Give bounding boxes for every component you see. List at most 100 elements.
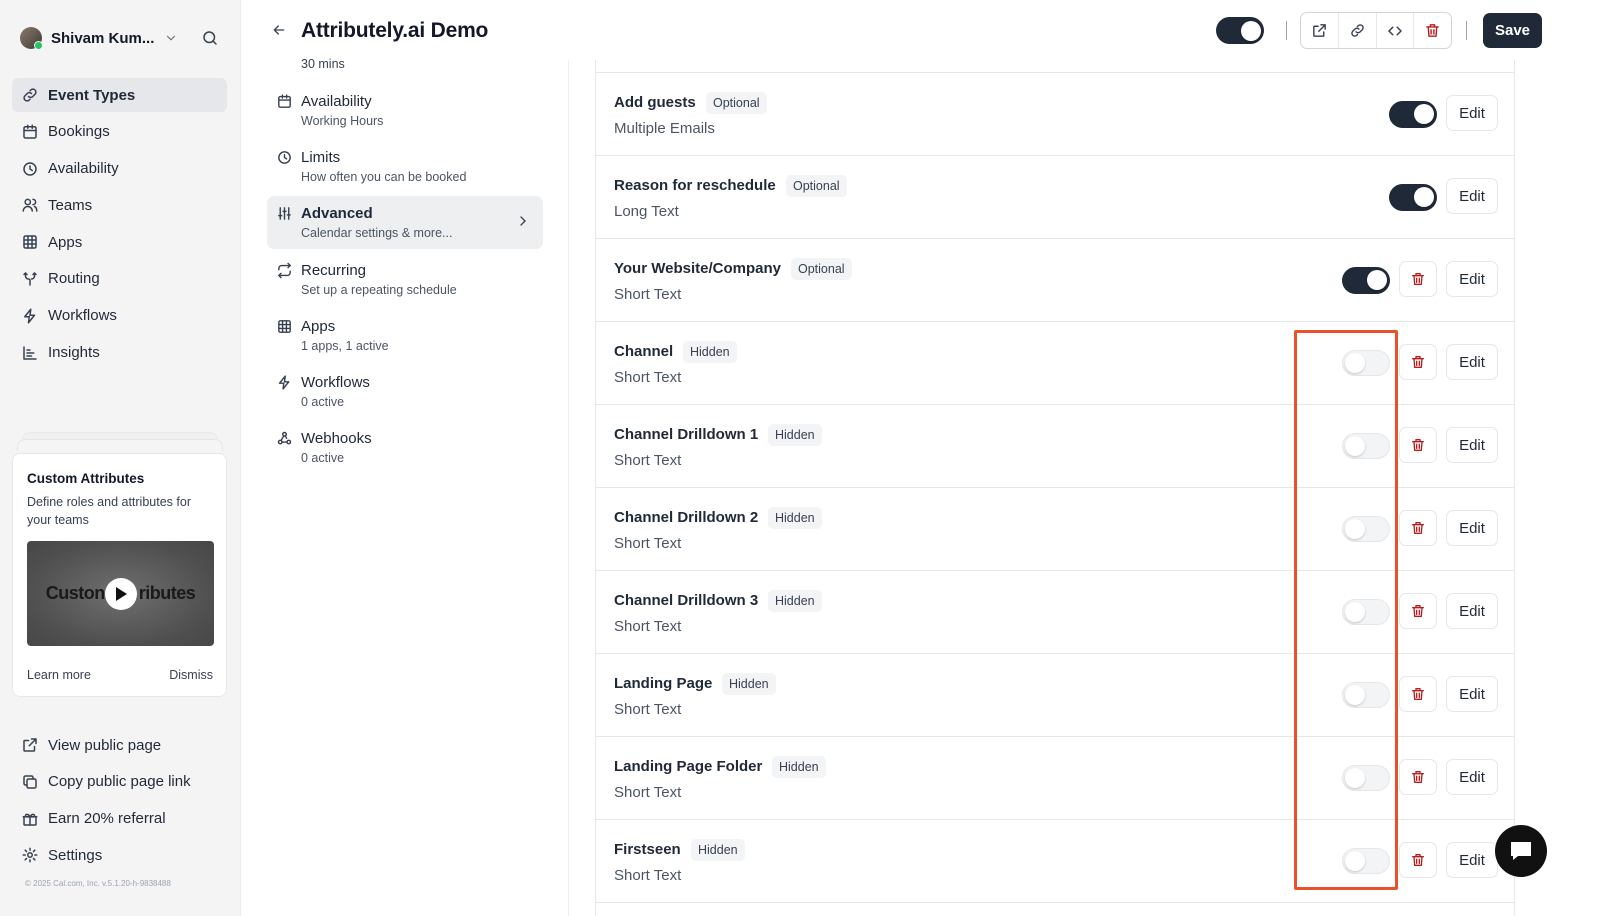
sidebar-item-label: Availability xyxy=(48,160,119,178)
delete-question-button[interactable] xyxy=(1399,510,1437,546)
status-badge: Optional xyxy=(786,175,847,197)
sidebar-item-label: Insights xyxy=(48,344,100,362)
hidden-toggle[interactable] xyxy=(1216,17,1264,44)
sidebar-item-workflows[interactable]: Workflows xyxy=(12,299,227,333)
link-icon[interactable] xyxy=(1339,13,1377,48)
question-toggle[interactable] xyxy=(1389,101,1437,128)
trash-icon xyxy=(1410,271,1426,287)
copy-icon xyxy=(21,773,39,791)
settings-tab-advanced[interactable]: Advanced Calendar settings & more... xyxy=(267,196,543,250)
user-menu[interactable]: Shivam Kum... xyxy=(20,26,225,50)
settings-tab-subtext: Set up a repeating schedule xyxy=(301,282,457,297)
question-toggle[interactable] xyxy=(1342,848,1390,874)
trash-icon xyxy=(1410,354,1426,370)
status-badge: Optional xyxy=(791,258,852,280)
sidebar-item-settings[interactable]: Settings xyxy=(12,838,227,872)
edit-question-button[interactable]: Edit xyxy=(1446,676,1498,712)
sidebar-item-availability[interactable]: Availability xyxy=(12,152,227,186)
sidebar-item-routing[interactable]: Routing xyxy=(12,262,227,296)
settings-tab-label: Webhooks xyxy=(301,430,372,448)
question-type: Short Text xyxy=(614,867,682,884)
question-label: Landing Page Folder xyxy=(614,758,763,775)
question-toggle[interactable] xyxy=(1389,184,1437,211)
sidebar-item-view-public-page[interactable]: View public page xyxy=(12,728,227,762)
sidebar-item-event-types[interactable]: Event Types xyxy=(12,78,227,112)
back-arrow-icon[interactable] xyxy=(271,22,287,38)
edit-question-button[interactable]: Edit xyxy=(1446,427,1498,463)
edit-question-button[interactable]: Edit xyxy=(1446,593,1498,629)
question-label: Add guests xyxy=(614,94,696,111)
promo-title: Custom Attributes xyxy=(27,471,145,486)
sidebar-item-teams[interactable]: Teams xyxy=(12,188,227,222)
promo-video[interactable]: Custon ributes xyxy=(27,541,214,646)
zap-icon xyxy=(21,307,39,325)
sidebar-item-bookings[interactable]: Bookings xyxy=(12,115,227,149)
trash-icon xyxy=(1410,769,1426,785)
zap-icon xyxy=(276,374,294,392)
delete-question-button[interactable] xyxy=(1399,344,1437,380)
settings-tab-recurring[interactable]: Recurring Set up a repeating schedule xyxy=(267,253,543,306)
edit-question-button[interactable]: Edit xyxy=(1446,344,1498,380)
gear-icon xyxy=(21,846,39,864)
save-button[interactable]: Save xyxy=(1483,13,1542,48)
question-toggle[interactable] xyxy=(1342,267,1390,294)
question-type: Short Text xyxy=(614,618,682,635)
question-type: Long Text xyxy=(614,203,679,220)
question-row: Channel Drilldown 1 Hidden Short Text Edit xyxy=(596,405,1514,488)
trash-icon[interactable] xyxy=(1414,13,1451,48)
search-icon[interactable] xyxy=(201,29,219,47)
repeat-icon xyxy=(276,262,294,280)
question-toggle[interactable] xyxy=(1342,433,1390,459)
copyright: © 2025 Cal.com, Inc. v.5.1.20-h-9838488 xyxy=(25,879,171,888)
question-row: Firstseen Hidden Short Text Edit xyxy=(596,820,1514,903)
sidebar-item-insights[interactable]: Insights xyxy=(12,336,227,370)
edit-question-button[interactable]: Edit xyxy=(1446,261,1498,297)
question-type: Short Text xyxy=(614,535,682,552)
learn-more-link[interactable]: Learn more xyxy=(27,668,91,682)
link-icon xyxy=(21,86,39,104)
delete-question-button[interactable] xyxy=(1399,427,1437,463)
edit-question-button[interactable]: Edit xyxy=(1446,842,1498,878)
question-toggle[interactable] xyxy=(1342,599,1390,625)
code-icon[interactable] xyxy=(1377,13,1415,48)
edit-question-button[interactable]: Edit xyxy=(1446,95,1498,131)
question-toggle[interactable] xyxy=(1342,516,1390,542)
trash-icon xyxy=(1410,437,1426,453)
trash-icon xyxy=(1410,520,1426,536)
settings-tab-limits[interactable]: Limits How often you can be booked xyxy=(267,140,543,193)
edit-question-button[interactable]: Edit xyxy=(1446,510,1498,546)
settings-tab-apps[interactable]: Apps 1 apps, 1 active xyxy=(267,309,543,362)
external-link-icon[interactable] xyxy=(1301,13,1339,48)
sidebar-item-apps[interactable]: Apps xyxy=(12,225,227,259)
status-badge: Hidden xyxy=(683,341,737,363)
settings-tab-subtext: How often you can be booked xyxy=(301,170,467,185)
question-label: Channel Drilldown 2 xyxy=(614,509,759,526)
play-icon[interactable] xyxy=(105,578,137,610)
edit-question-button[interactable]: Edit xyxy=(1446,178,1498,214)
sidebar-item-copy-public-page-link[interactable]: Copy public page link xyxy=(12,765,227,799)
sidebar-item-earn-20-referral[interactable]: Earn 20% referral xyxy=(12,802,227,836)
question-toggle[interactable] xyxy=(1342,682,1390,708)
chat-icon[interactable] xyxy=(1495,825,1547,877)
settings-tab-availability[interactable]: Availability Working Hours xyxy=(267,84,543,137)
question-row: Channel Hidden Short Text Edit xyxy=(596,322,1514,405)
sidebar-item-label: Teams xyxy=(48,196,93,214)
clock-icon xyxy=(276,149,294,167)
delete-question-button[interactable] xyxy=(1399,842,1437,878)
settings-tab-workflows[interactable]: Workflows 0 active xyxy=(267,365,543,418)
settings-tab-label: Apps xyxy=(301,317,336,335)
dismiss-button[interactable]: Dismiss xyxy=(169,668,213,682)
trash-icon xyxy=(1410,852,1426,868)
question-type: Short Text xyxy=(614,369,682,386)
delete-question-button[interactable] xyxy=(1399,261,1437,297)
settings-tab-webhooks[interactable]: Webhooks 0 active xyxy=(267,421,543,474)
question-toggle[interactable] xyxy=(1342,765,1390,791)
status-badge: Hidden xyxy=(768,424,822,446)
delete-question-button[interactable] xyxy=(1399,759,1437,795)
question-toggle[interactable] xyxy=(1342,350,1390,376)
duration-subtext: 30 mins xyxy=(301,57,345,71)
edit-question-button[interactable]: Edit xyxy=(1446,759,1498,795)
sidebar: Shivam Kum... Event Types Bookings Availab… xyxy=(0,0,241,916)
delete-question-button[interactable] xyxy=(1399,593,1437,629)
delete-question-button[interactable] xyxy=(1399,676,1437,712)
